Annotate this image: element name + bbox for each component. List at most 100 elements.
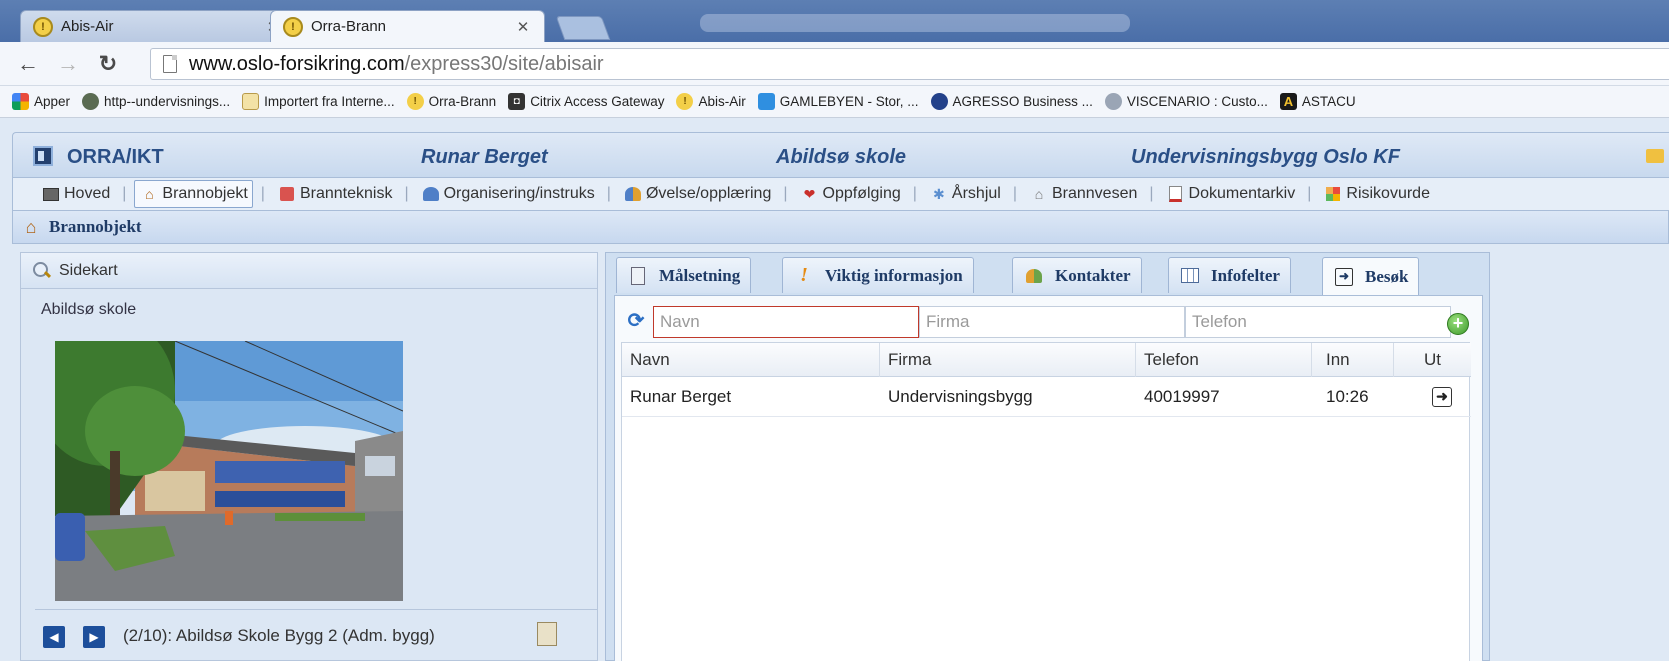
bookmark-label: ASTACU bbox=[1301, 94, 1356, 109]
browser-tabstrip: ! Abis-Air ✕ ! Orra-Brann ✕ bbox=[0, 0, 1669, 42]
menu-separator: | bbox=[1149, 185, 1154, 202]
risk-icon bbox=[1323, 185, 1343, 203]
apps-grid-icon bbox=[12, 93, 29, 110]
bookmark-orra-brann[interactable]: ! Orra-Brann bbox=[406, 93, 496, 110]
bookmark-importert[interactable]: Importert fra Interne... bbox=[242, 93, 395, 110]
checkout-icon[interactable]: ➜ bbox=[1432, 387, 1452, 407]
training-icon bbox=[623, 185, 643, 203]
menu-item-label: Årshjul bbox=[951, 185, 1001, 202]
bookmark-viscenario[interactable]: VISCENARIO : Custo... bbox=[1104, 93, 1268, 110]
menu-item-risikovurdering[interactable]: Risikovurde bbox=[1319, 180, 1434, 208]
tab-malsetning[interactable]: Målsetning bbox=[616, 257, 752, 293]
menu-item-oppfolging[interactable]: ❤ Oppfølging bbox=[796, 180, 905, 208]
orra-logo-icon bbox=[33, 146, 53, 166]
browser-tab-orra-brann[interactable]: ! Orra-Brann ✕ bbox=[270, 10, 545, 42]
building-photo[interactable] bbox=[55, 341, 403, 601]
menu-item-brannvesen[interactable]: ⌂ Brannvesen bbox=[1025, 180, 1141, 208]
tab-kontakter[interactable]: Kontakter bbox=[1012, 257, 1142, 293]
menu-separator: | bbox=[122, 185, 127, 202]
bookmark-abis-air[interactable]: ! Abis-Air bbox=[676, 93, 746, 110]
refresh-icon[interactable]: ⟳ bbox=[625, 310, 647, 332]
table-row[interactable]: Runar Berget Undervisningsbygg 40019997 … bbox=[622, 377, 1471, 417]
browser-tab-label: Abis-Air bbox=[61, 18, 114, 35]
cell-navn: Runar Berget bbox=[630, 387, 732, 406]
document-icon[interactable] bbox=[537, 622, 557, 646]
column-header-telefon[interactable]: Telefon bbox=[1136, 343, 1312, 377]
bookmark-label: http--undervisnings... bbox=[104, 94, 231, 109]
menu-item-label: Organisering/instruks bbox=[443, 185, 595, 202]
menu-item-arshjul[interactable]: ✱ Årshjul bbox=[925, 180, 1005, 208]
menu-item-brannteknisk[interactable]: Brannteknisk bbox=[273, 180, 397, 208]
home-screen-icon bbox=[41, 185, 61, 203]
new-tab-button[interactable] bbox=[555, 16, 611, 40]
sidekart-header[interactable]: Sidekart bbox=[21, 253, 597, 289]
bookmarks-bar: Apper http--undervisnings... Importert f… bbox=[0, 86, 1669, 118]
reload-icon[interactable]: ↻ bbox=[96, 52, 120, 76]
previous-image-button[interactable]: ◀ bbox=[43, 626, 65, 648]
bookmark-gamlebyen[interactable]: GAMLEBYEN - Stor, ... bbox=[757, 93, 919, 110]
window-title-blurred bbox=[700, 14, 1130, 32]
column-header-ut[interactable]: Ut bbox=[1394, 343, 1471, 377]
menu-separator: | bbox=[606, 185, 611, 202]
bookmark-citrix[interactable]: ◘ Citrix Access Gateway bbox=[508, 93, 664, 110]
filter-row: ⟳ + bbox=[621, 304, 1478, 338]
browser-navbar: ← → ↻ www.oslo-forsikring.com/express30/… bbox=[0, 42, 1669, 86]
grid-header: Navn Firma Telefon Inn Ut bbox=[622, 343, 1471, 377]
menu-separator: | bbox=[912, 185, 917, 202]
menu-item-label: Dokumentarkiv bbox=[1188, 185, 1296, 202]
left-panel: Sidekart Abildsø skole ◀ ▶ (2/10): Abild… bbox=[20, 252, 598, 661]
sidekart-label: Sidekart bbox=[59, 261, 118, 279]
folder-icon bbox=[242, 93, 260, 110]
address-bar[interactable]: www.oslo-forsikring.com/express30/site/a… bbox=[150, 48, 1669, 80]
shield-icon: ! bbox=[33, 16, 53, 37]
bookmark-agresso[interactable]: AGRESSO Business ... bbox=[930, 93, 1093, 110]
besok-content: ⟳ + Navn Firma Telefon Inn Ut Runar Berg… bbox=[614, 295, 1483, 661]
page-icon bbox=[163, 55, 177, 73]
document-icon bbox=[1166, 185, 1186, 203]
menu-item-label: Brannobjekt bbox=[162, 185, 248, 202]
shield-icon: ! bbox=[406, 93, 424, 110]
next-image-button[interactable]: ▶ bbox=[83, 626, 105, 648]
column-header-firma[interactable]: Firma bbox=[880, 343, 1136, 377]
menu-item-label: Risikovurde bbox=[1346, 185, 1430, 202]
house-icon: ⌂ bbox=[145, 186, 154, 202]
menu-separator: | bbox=[404, 185, 409, 202]
close-icon[interactable]: ✕ bbox=[514, 18, 532, 36]
add-visitor-button[interactable]: + bbox=[1447, 313, 1469, 335]
gamlebyen-icon bbox=[757, 93, 775, 110]
tab-viktig-informasjon[interactable]: ! Viktig informasjon bbox=[782, 257, 974, 293]
heart-icon: ❤ bbox=[803, 185, 816, 202]
menu-item-ovelse[interactable]: Øvelse/opplæring bbox=[619, 180, 775, 208]
telefon-filter-input[interactable] bbox=[1185, 306, 1451, 338]
column-header-navn[interactable]: Navn bbox=[622, 343, 880, 377]
bookmark-apper[interactable]: Apper bbox=[12, 93, 70, 110]
firma-filter-input[interactable] bbox=[919, 306, 1185, 338]
tab-label: Viktig informasjon bbox=[825, 265, 963, 285]
menu-item-brannobjekt[interactable]: ⌂ Brannobjekt bbox=[134, 180, 253, 208]
back-arrow-icon[interactable]: ← bbox=[16, 52, 40, 76]
menu-item-dokumentarkiv[interactable]: Dokumentarkiv bbox=[1162, 180, 1300, 208]
house-icon: ⌂ bbox=[1034, 186, 1044, 202]
menu-item-organisering[interactable]: Organisering/instruks bbox=[417, 180, 599, 208]
logout-icon[interactable] bbox=[1646, 149, 1664, 163]
bookmark-astacu[interactable]: A ASTACU bbox=[1279, 93, 1356, 110]
menu-item-hoved[interactable]: Hoved bbox=[37, 180, 114, 208]
bookmark-label: GAMLEBYEN - Stor, ... bbox=[779, 94, 919, 109]
viscenario-icon bbox=[1104, 93, 1122, 110]
visitor-grid: Navn Firma Telefon Inn Ut Runar Berget U… bbox=[621, 342, 1471, 661]
calculator-icon bbox=[627, 265, 649, 287]
menu-separator: | bbox=[1307, 185, 1312, 202]
tab-besok[interactable]: ➜ Besøk bbox=[1322, 257, 1420, 295]
browser-tab-abis-air[interactable]: ! Abis-Air ✕ bbox=[20, 10, 295, 42]
navn-filter-input[interactable] bbox=[653, 306, 919, 338]
url-path: /express30/site/abisair bbox=[404, 52, 604, 75]
tab-label: Infofelter bbox=[1211, 265, 1280, 285]
tab-infofelter[interactable]: Infofelter bbox=[1168, 257, 1291, 293]
school-name: Abildsø skole bbox=[41, 301, 137, 318]
astacu-icon: A bbox=[1279, 93, 1297, 110]
column-header-inn[interactable]: Inn bbox=[1312, 343, 1394, 377]
bookmark-label: Citrix Access Gateway bbox=[530, 94, 665, 109]
forward-arrow-icon[interactable]: → bbox=[56, 52, 80, 76]
bookmark-undervisnings[interactable]: http--undervisnings... bbox=[82, 93, 230, 110]
people-icon bbox=[421, 185, 441, 203]
